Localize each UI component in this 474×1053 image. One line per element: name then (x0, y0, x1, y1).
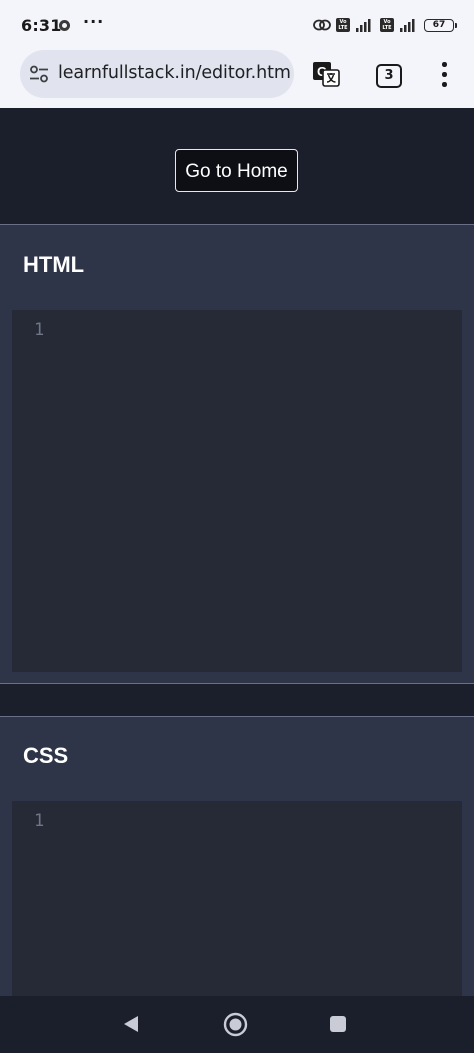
status-time: 6:31 (21, 16, 62, 35)
css-panel-title: CSS (23, 743, 69, 768)
line-number: 1 (34, 811, 45, 831)
address-bar[interactable]: learnfullstack.in/editor.htm (20, 50, 294, 98)
more-vert-icon[interactable] (434, 62, 454, 88)
home-circle-icon[interactable] (223, 1012, 248, 1037)
page-header: Go to Home (0, 108, 474, 224)
browser-toolbar: learnfullstack.in/editor.htm G 3 (0, 50, 474, 108)
more-notifications-icon: ··· (83, 12, 105, 31)
html-panel-title: HTML (23, 252, 85, 277)
tab-switcher-button[interactable]: 3 (376, 64, 402, 88)
go-to-home-button[interactable]: Go to Home (175, 149, 298, 192)
html-panel: HTML 1 (0, 225, 474, 684)
translate-icon[interactable]: G (312, 60, 340, 88)
line-number: 1 (34, 320, 45, 340)
css-panel: CSS 1 (0, 717, 474, 996)
signal-icon (356, 19, 371, 32)
navigation-bar (0, 996, 474, 1053)
status-bar: 6:31 ··· Vo LTE Vo LTE 67 (0, 0, 474, 50)
panel-gap (0, 684, 474, 716)
status-icons: Vo LTE Vo LTE 67 (313, 17, 457, 33)
tune-icon[interactable] (29, 65, 49, 83)
css-editor[interactable]: 1 (12, 801, 462, 996)
back-icon[interactable] (121, 1014, 141, 1034)
link-icon (313, 19, 331, 31)
chrome-icon (59, 20, 70, 31)
recents-square-icon[interactable] (330, 1016, 346, 1032)
html-editor[interactable]: 1 (12, 310, 462, 672)
battery-icon: 67 (424, 18, 457, 32)
url-text[interactable]: learnfullstack.in/editor.htm (58, 63, 291, 83)
volte-icon-2: Vo LTE (380, 18, 394, 32)
signal-icon-2 (400, 19, 415, 32)
volte-icon: Vo LTE (336, 18, 350, 32)
